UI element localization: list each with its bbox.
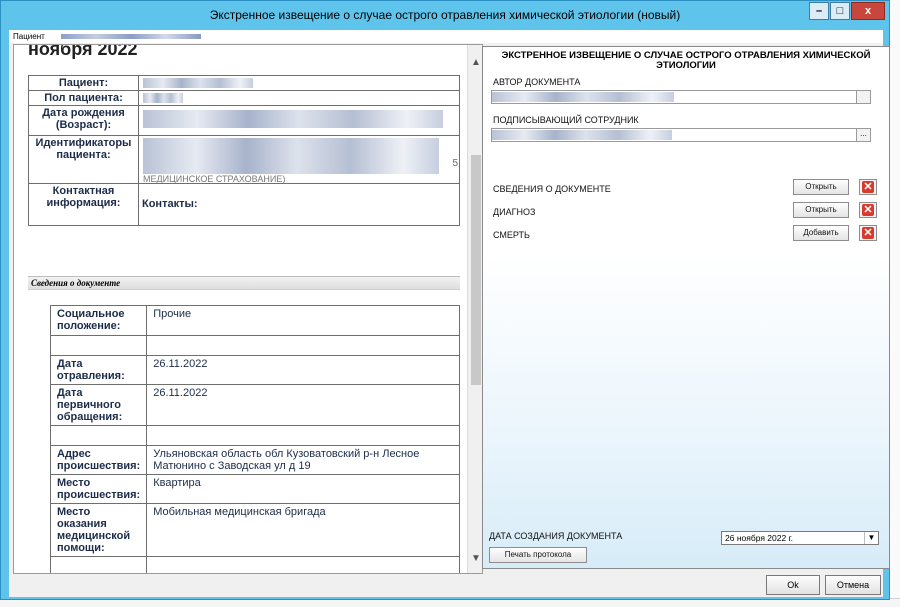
first-visit-date-label: Дата первичного обращения: [49, 384, 148, 426]
scroll-up-arrow[interactable]: ▲ [468, 55, 482, 71]
contact-value: Контакты: [138, 183, 460, 226]
diagnosis-label: ДИАГНОЗ [493, 207, 536, 217]
care-place-value: Мобильная медицинская бригада [146, 503, 460, 557]
details-spacer [146, 556, 460, 573]
created-date-picker[interactable]: 26 ноября 2022 г. ▼ [721, 531, 879, 545]
poisoning-date-label: Дата отравления: [49, 355, 148, 385]
patient-name-redacted [60, 34, 201, 40]
death-label: СМЕРТЬ [493, 230, 530, 240]
dob-value [138, 105, 460, 136]
doc-info-open-button[interactable]: Открыть [793, 179, 849, 195]
author-label: АВТОР ДОКУМЕНТА [493, 77, 581, 87]
author-field[interactable] [491, 90, 871, 104]
details-spacer [146, 425, 460, 446]
details-spacer [49, 425, 148, 446]
signer-value-redacted [492, 130, 672, 140]
details-spacer [49, 335, 148, 356]
created-date-value: 26 ноября 2022 г. [725, 533, 793, 543]
patient-label: Пациент: [28, 75, 139, 91]
death-add-button[interactable]: Добавить [793, 225, 849, 241]
patient-strip: Пациент [9, 30, 883, 43]
social-status-label: Социальное положение: [49, 305, 148, 336]
signer-field[interactable]: ... [491, 128, 871, 142]
ids-value: 5 МЕДИЦИНСКОЕ СТРАХОВАНИЕ) [138, 135, 460, 184]
doc-info-label: СВЕДЕНИЯ О ДОКУМЕНТЕ [493, 184, 611, 194]
delete-icon: ✕ [862, 204, 874, 216]
document-heading: ноября 2022 [28, 44, 138, 59]
author-select-button[interactable] [856, 91, 870, 103]
delete-icon: ✕ [862, 181, 874, 193]
patient-strip-label: Пациент [13, 32, 45, 41]
scroll-down-arrow[interactable]: ▼ [468, 551, 482, 567]
sex-value [138, 90, 460, 106]
delete-icon: ✕ [862, 227, 874, 239]
details-spacer [146, 335, 460, 356]
form-title: ЭКСТРЕННОЕ ИЗВЕЩЕНИЕ О СЛУЧАЕ ОСТРОГО ОТ… [501, 50, 871, 71]
author-value-redacted [492, 92, 674, 102]
minimize-button[interactable]: – [809, 2, 829, 20]
care-place-label: Место оказания медицинской помощи: [49, 503, 148, 557]
poisoning-date-value: 26.11.2022 [146, 355, 460, 385]
doc-info-delete-button[interactable]: ✕ [859, 179, 877, 195]
ids-label: Идентификаторы пациента: [28, 135, 139, 184]
dob-label: Дата рождения (Возраст): [28, 105, 139, 136]
social-status-value: Прочие [146, 305, 460, 336]
incident-address-label: Адрес происшествия: [49, 445, 148, 475]
section-title-bar: Сведения о документе [28, 276, 460, 290]
title-bar[interactable]: Экстренное извещение о случае острого от… [1, 1, 889, 29]
patient-value [138, 75, 460, 91]
cancel-button[interactable]: Отмена [825, 575, 881, 595]
form-panel: ЭКСТРЕННОЕ ИЗВЕЩЕНИЕ О СЛУЧАЕ ОСТРОГО ОТ… [482, 46, 890, 569]
document-preview[interactable]: ноября 2022 Пациент: Пол пациента: Дата … [13, 44, 483, 574]
close-button[interactable]: x [851, 2, 885, 20]
contact-label: Контактная информация: [28, 183, 139, 226]
dialog-client-area: Пациент ноября 2022 Пациент: Пол пациент… [9, 30, 890, 597]
death-delete-button[interactable]: ✕ [859, 225, 877, 241]
incident-place-label: Место происшествия: [49, 474, 148, 504]
created-date-label: ДАТА СОЗДАНИЯ ДОКУМЕНТА [489, 531, 623, 541]
ids-tail: МЕДИЦИНСКОЕ СТРАХОВАНИЕ) [143, 174, 286, 184]
print-protocol-button[interactable]: Печать протокола [489, 547, 587, 563]
scroll-thumb[interactable] [471, 155, 481, 385]
ok-button[interactable]: Ok [766, 575, 820, 595]
signer-select-button[interactable]: ... [856, 129, 870, 141]
diagnosis-open-button[interactable]: Открыть [793, 202, 849, 218]
incident-place-value: Квартира [146, 474, 460, 504]
document-scrollbar[interactable]: ▲ ▼ [467, 45, 482, 573]
first-visit-date-value: 26.11.2022 [146, 384, 460, 426]
signer-label: ПОДПИСЫВАЮЩИЙ СОТРУДНИК [493, 115, 639, 125]
patient-info-table: Пациент: Пол пациента: Дата рождения (Во… [28, 75, 460, 226]
incident-address-value: Ульяновская область обл Кузоватовский р-… [146, 445, 460, 475]
diagnosis-delete-button[interactable]: ✕ [859, 202, 877, 218]
window-title: Экстренное извещение о случае острого от… [209, 8, 681, 22]
dialog-window: Экстренное извещение о случае острого от… [0, 0, 890, 600]
chevron-down-icon[interactable]: ▼ [864, 532, 878, 544]
sex-label: Пол пациента: [28, 90, 139, 106]
maximize-button[interactable]: □ [830, 2, 850, 20]
ids-digit-text: 5 [452, 158, 458, 169]
details-table: Социальное положение: Прочие Дата отравл… [49, 305, 460, 573]
details-spacer [49, 556, 148, 573]
